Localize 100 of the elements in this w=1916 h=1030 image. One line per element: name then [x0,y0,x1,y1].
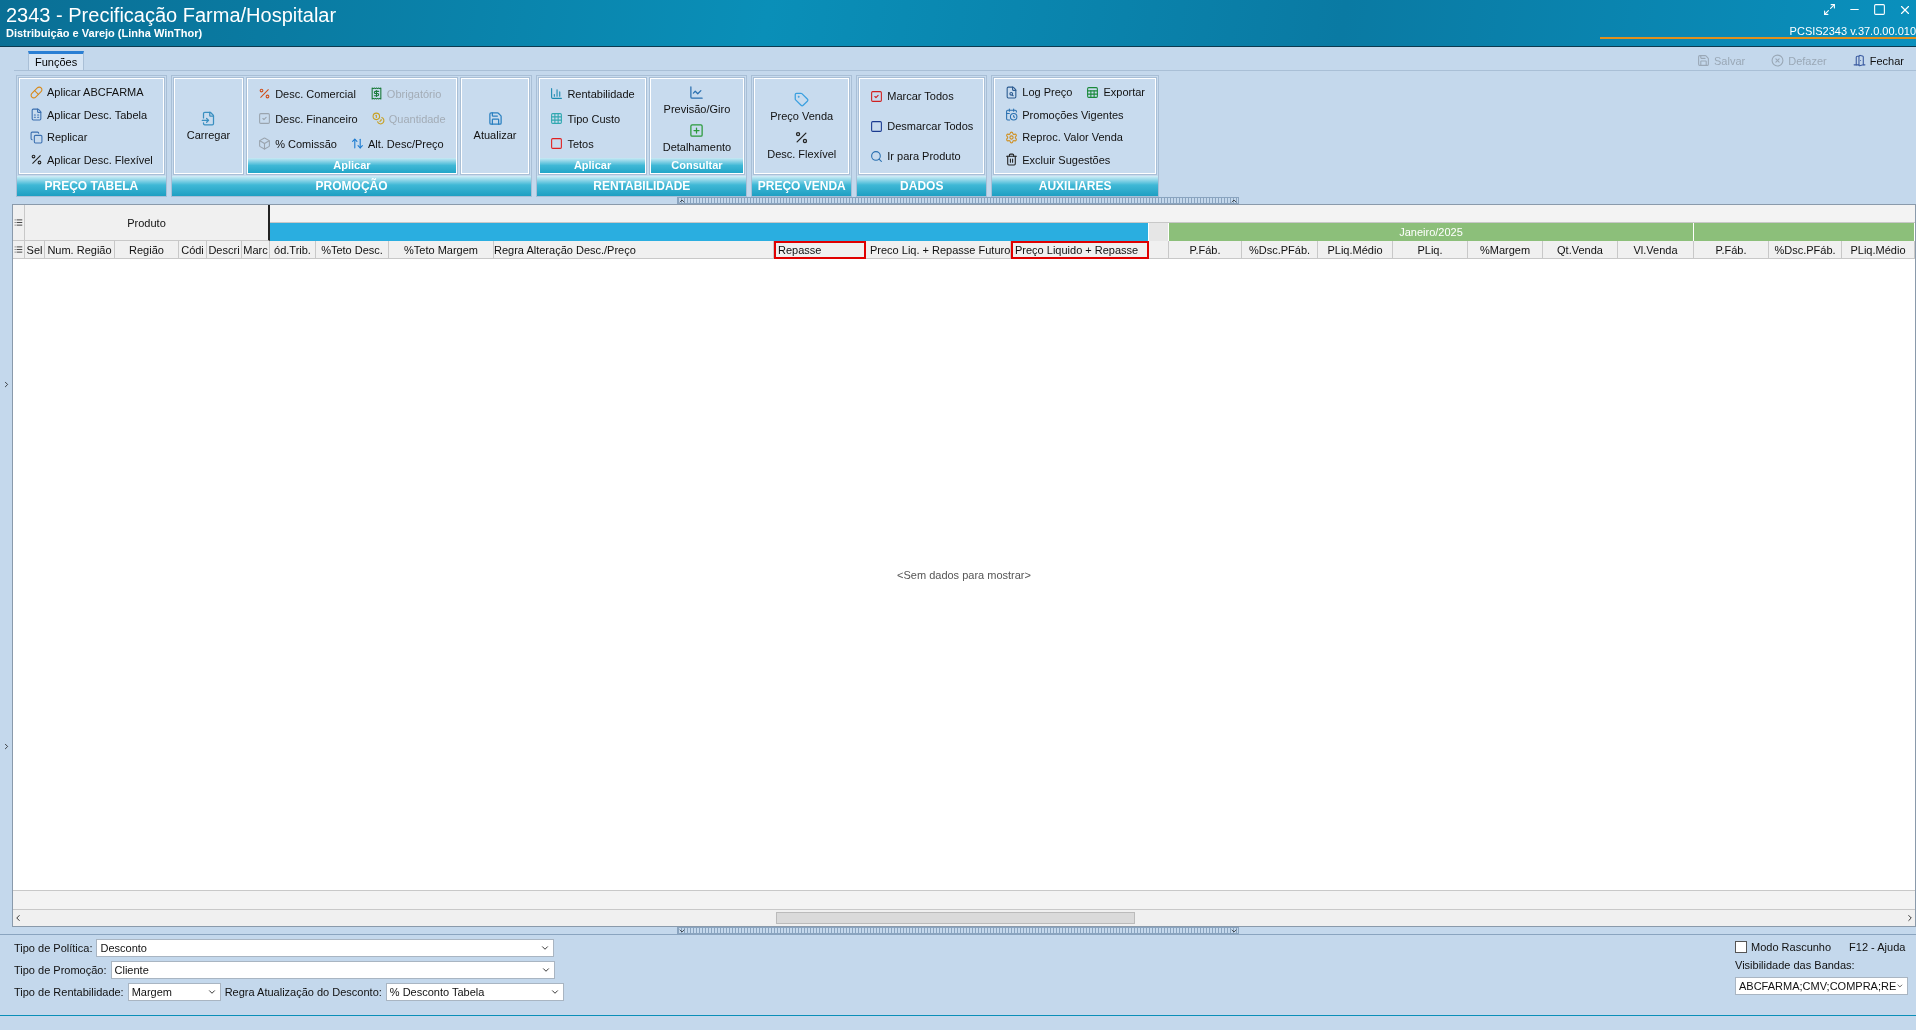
spreadsheet-icon [1086,85,1100,99]
column-header[interactable]: Região [115,241,179,259]
empty-message: <Sem dados para mostrar> [897,568,1031,581]
column-header[interactable]: Marc [242,241,270,259]
column-header[interactable]: PLiq.Médio [1842,241,1915,259]
add-icon [689,122,705,138]
bar-chart-icon [550,87,564,100]
column-header[interactable]: %Teto Margem [389,241,494,259]
ribbon-button[interactable]: Reproc. Valor Venda [1003,129,1125,145]
trash-icon [1005,153,1019,167]
percent-icon [794,130,810,145]
field-label: Visibilidade das Bandas: [1735,959,1856,971]
column-header[interactable]: %Dsc.PFáb. [1769,241,1842,259]
ribbon-button[interactable]: Preço Venda [766,91,838,123]
chevron-down-icon [540,943,551,953]
column-header[interactable]: Sel [25,241,45,259]
ribbon-button[interactable]: Aplicar Desc. Tabela [28,107,150,123]
ribbon-button[interactable]: Atualizar [469,110,521,142]
checkbox[interactable] [1735,941,1747,953]
column-header[interactable]: Repasse [774,241,866,259]
grid-icon [550,112,564,125]
ribbon-button[interactable]: Alt. Desc/Preço [348,136,446,151]
cancel-icon [1771,54,1785,67]
ribbon-button[interactable]: Promoções Vigentes [1003,107,1126,123]
dropdown-field[interactable]: Margem [127,983,221,1001]
version-label: PCSIS2343 v.37.0.00.010 [1599,25,1916,39]
column-header[interactable]: %Teto Desc. [316,241,389,259]
column-chooser-icon[interactable] [14,218,23,227]
column-chooser-icon[interactable] [14,245,23,254]
panel-caption: Consultar [650,158,744,173]
column-header[interactable]: ód.Trib. [270,241,316,259]
dropdown-field[interactable]: Desconto [96,939,555,957]
close-icon[interactable] [1898,3,1912,17]
ribbon-button[interactable]: Tipo Custo [548,111,623,126]
checkbox-icon [870,89,884,103]
ribbon-button[interactable]: Aplicar ABCFARMA [28,84,146,100]
scroll-right-icon[interactable] [1905,913,1915,923]
group-title: RENTABILIDADE [537,176,747,196]
maximize-icon[interactable] [1873,3,1886,16]
door-icon [1852,54,1866,67]
up-down-arrow-icon [350,137,364,150]
dropdown-field[interactable]: % Desconto Tabela [385,983,564,1001]
group-title: PROMOÇÃO [171,176,532,196]
ribbon-button[interactable]: Ir para Produto [868,148,963,164]
column-header[interactable]: PLiq.Médio [1318,241,1393,259]
ribbon-button[interactable]: Aplicar Desc. Flexível [28,152,155,168]
square-icon [870,119,884,133]
window-title: 2343 - Precificação Farma/Hospitalar [6,3,337,27]
ribbon-tab[interactable]: Funções [28,51,85,70]
field-label: Tipo de Promoção: [14,964,107,976]
splitter-handle[interactable] [677,197,1239,204]
line-chart-icon [689,84,705,100]
restore-icon[interactable] [1823,3,1836,16]
copy-icon [30,130,43,144]
column-header[interactable]: %Dsc.PFáb. [1242,241,1318,259]
ribbon-button[interactable]: Rentabilidade [548,86,637,101]
ribbon-button[interactable]: Desc. Flexível [763,129,841,161]
column-header[interactable]: Descri [207,241,242,259]
field-label: Regra Atualização do Desconto: [224,986,382,998]
toolbar-button[interactable]: Fechar [1852,54,1904,67]
scroll-left-icon[interactable] [13,913,23,923]
ribbon-button[interactable]: Desc. Financeiro [256,111,360,126]
column-header[interactable]: Regra Alteração Desc./Preço [494,241,774,259]
column-header[interactable]: P.Fáb. [1169,241,1242,259]
ribbon-button[interactable]: Exportar [1084,84,1147,100]
panel-caption: Aplicar [248,158,456,173]
ribbon-button[interactable]: Previsão/Giro [659,83,735,116]
table-icon [30,108,43,122]
pill-icon [30,85,43,99]
ribbon-button[interactable]: Log Preço [1003,84,1075,100]
column-header[interactable]: P.Fáb. [1694,241,1769,259]
column-header[interactable]: Códi [179,241,207,259]
ribbon-button[interactable]: Desc. Comercial [256,86,358,101]
checkbox-icon [258,112,272,125]
horizontal-scrollbar[interactable] [13,910,1915,926]
calendar-clock-icon [1005,108,1019,122]
column-header[interactable]: Num. Região [45,241,115,259]
column-header[interactable]: Preço Liquido + Repasse [1011,241,1149,259]
column-header[interactable]: Qt.Venda [1543,241,1618,259]
column-header[interactable]: PLiq. [1393,241,1468,259]
ribbon-button[interactable]: Replicar [28,129,90,145]
splitter-handle[interactable] [677,927,1239,934]
import-icon [200,111,216,126]
dropdown-field[interactable]: ABCFARMA;CMV;COMPRA;RE [1735,977,1908,995]
dropdown-field[interactable]: Cliente [110,961,555,979]
ribbon-button[interactable]: % Comissão [256,136,339,151]
ribbon-button[interactable]: Tetos [548,136,596,151]
ribbon-button[interactable]: Desmarcar Todos [868,118,976,134]
chevron-down-icon [540,965,551,975]
checkbox-label: Modo Rascunho [1751,941,1832,953]
group-title: AUXILIARES [992,176,1158,196]
ribbon-button[interactable]: Excluir Sugestões [1003,152,1113,168]
ribbon-button[interactable]: Marcar Todos [868,88,956,104]
column-header[interactable]: Preco Liq. + Repasse Futuro [866,241,1011,259]
chevron-down-icon [206,987,217,997]
column-header[interactable]: %Margem [1468,241,1543,259]
box-icon [258,137,272,150]
ribbon-button[interactable]: Detalhamento [658,121,736,154]
ribbon-button[interactable]: Carregar [182,110,235,142]
column-header[interactable]: Vl.Venda [1618,241,1694,259]
